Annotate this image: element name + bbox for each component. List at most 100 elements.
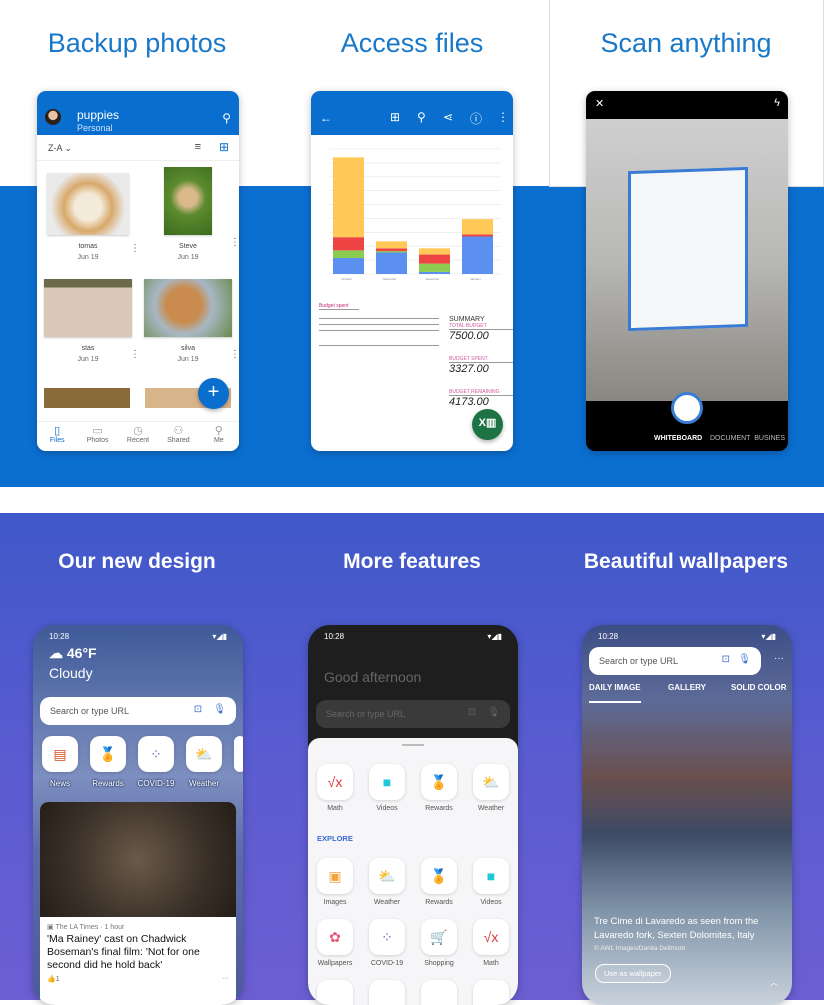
news-headline: 'Ma Rainey' cast on Chadwick Boseman's f…	[47, 933, 200, 971]
sort-bar: Z-A ⌄ ≡ ⊞	[37, 135, 239, 161]
app-tile[interactable]	[473, 980, 509, 1005]
app-tile[interactable]: ⁘	[369, 919, 405, 955]
search-placeholder: Search or type URL	[326, 709, 406, 719]
bar-segment	[376, 251, 407, 253]
camera-viewfinder	[586, 119, 788, 401]
avatar[interactable]	[45, 109, 61, 125]
signal-battery-icon: ▾◢▮	[212, 632, 227, 641]
microphone-icon[interactable]: 🎙	[738, 654, 751, 665]
app-tile[interactable]: 🛒	[421, 919, 457, 955]
heading-wallpapers: Beautiful wallpapers	[583, 550, 789, 573]
photo-thumbnail	[44, 279, 132, 337]
search-input[interactable]: Search or type URL ⊡ 🎙	[40, 697, 236, 725]
thumbs-up-icon[interactable]: 👍	[47, 976, 56, 983]
flash-off-icon[interactable]: ϟ	[774, 97, 780, 109]
edge-wallpaper-screen: 10:28 ▾◢▮ Search or type URL ⊡ 🎙 ··· DAILY…	[582, 625, 792, 1005]
app-tile[interactable]: 🏅	[421, 764, 457, 800]
more-icon[interactable]: ⋮	[497, 110, 509, 124]
add-button[interactable]: +	[198, 378, 229, 409]
rewards-icon: 🏅	[430, 868, 448, 884]
summary-panel: SUMMARY TOTAL BUDGET 7500.00 BUDGET SPEN…	[449, 316, 513, 408]
list-view-icon[interactable]: ≡	[195, 141, 201, 153]
nav-me[interactable]: ⚲ Me	[199, 422, 239, 451]
more-button[interactable]: ···	[774, 653, 784, 664]
nav-recent[interactable]: ◷ Recent	[118, 422, 158, 451]
more-icon[interactable]: ⋮	[130, 349, 140, 360]
mode-business[interactable]: BUSINES	[754, 435, 785, 442]
person-icon: ⚲	[214, 425, 223, 437]
more-icon[interactable]: ⋮	[130, 243, 140, 254]
photo-date: Jun 19	[77, 254, 99, 261]
bar-segment	[376, 252, 407, 274]
nav-label: Files	[49, 437, 65, 444]
heading-access: Access files	[340, 28, 484, 58]
microphone-icon[interactable]: 🎙	[487, 707, 500, 718]
back-arrow-icon[interactable]: ←	[320, 111, 332, 125]
app-tile[interactable]: ✿	[317, 919, 353, 955]
more-icon[interactable]: ⋮	[230, 349, 239, 360]
app-tile[interactable]: ■	[369, 764, 405, 800]
summary-value: 7500.00	[449, 330, 489, 342]
search-icon[interactable]: ⚲	[417, 110, 426, 124]
app-tile[interactable]	[421, 980, 457, 1005]
more-button[interactable]: ···	[222, 975, 229, 982]
tile-partial[interactable]	[234, 736, 243, 772]
visual-search-icon[interactable]: ⊡	[722, 654, 730, 665]
drag-handle[interactable]	[402, 744, 424, 746]
tab-solid-color[interactable]: SOLID COLOR	[731, 683, 787, 692]
nav-shared[interactable]: ⚇ Shared	[158, 422, 198, 451]
app-tile[interactable]: 🏅	[421, 858, 457, 894]
shutter-button[interactable]	[671, 392, 703, 424]
more-icon[interactable]: ⋮	[230, 237, 239, 248]
cloud-icon: ☁	[49, 645, 63, 661]
photo-item[interactable]: stas Jun 19 ⋮	[42, 279, 140, 363]
app-tile[interactable]: √x	[473, 919, 509, 955]
search-input[interactable]: Search or type URL ⊡ 🎙	[589, 647, 761, 675]
chevron-up-icon[interactable]: ︿	[770, 977, 778, 988]
search-input[interactable]: Search or type URL ⊡ 🎙	[316, 700, 510, 728]
tile-weather[interactable]: ⛅	[186, 736, 222, 772]
heading-features: More features	[343, 550, 481, 573]
app-tile[interactable]	[317, 980, 353, 1005]
nav-files[interactable]: ▯ Files	[37, 422, 77, 451]
mode-document[interactable]: DOCUMENT	[710, 435, 750, 442]
photo-item[interactable]: Steve Jun 19 ⋮	[142, 167, 239, 261]
photo-item[interactable]: tomas Jun 19 ⋮	[42, 173, 140, 261]
visual-search-icon[interactable]: ⊡	[468, 707, 476, 718]
grid-view-icon[interactable]: ⊞	[219, 140, 229, 154]
bar-segment	[419, 254, 450, 264]
app-tile[interactable]: ■	[473, 858, 509, 894]
tab-gallery[interactable]: GALLERY	[668, 683, 706, 692]
use-as-wallpaper-button[interactable]: Use as wallpaper	[595, 964, 671, 983]
app-label: Weather	[477, 805, 505, 812]
news-source: ▣ The LA Times · 1 hour	[40, 917, 236, 933]
app-tile[interactable]: √x	[317, 764, 353, 800]
tile-covid[interactable]: ⁘	[138, 736, 174, 772]
category-label: December	[426, 277, 440, 281]
microphone-icon[interactable]: 🎙	[213, 704, 226, 715]
app-tile[interactable]: ▣	[317, 858, 353, 894]
sort-dropdown[interactable]: Z-A ⌄	[48, 143, 72, 154]
news-card[interactable]: ▣ The LA Times · 1 hour 'Ma Rainey' cast…	[40, 802, 236, 1005]
tile-rewards[interactable]: 🏅	[90, 736, 126, 772]
table-title: Budget spent	[319, 303, 359, 310]
app-label: Weather	[373, 899, 401, 906]
tab-daily-image[interactable]: DAILY IMAGE	[589, 683, 641, 703]
news-image	[40, 802, 236, 917]
search-icon[interactable]: ⚲	[222, 111, 231, 125]
app-tile[interactable]: ⛅	[369, 858, 405, 894]
share-icon[interactable]: ⋖	[443, 110, 453, 124]
app-tile[interactable]: ⛅	[473, 764, 509, 800]
photo-item[interactable]: silva Jun 19 ⋮	[142, 279, 239, 363]
nav-photos[interactable]: ▭ Photos	[77, 422, 117, 451]
close-icon[interactable]: ✕	[595, 97, 604, 110]
app-tile[interactable]	[369, 980, 405, 1005]
open-in-excel-button[interactable]: X▥	[472, 409, 503, 440]
mode-whiteboard[interactable]: WHITEBOARD	[654, 435, 702, 442]
grid-icon[interactable]: ⊞	[390, 110, 400, 124]
status-time: 10:28	[324, 632, 345, 641]
app-label: Rewards	[425, 899, 453, 906]
tile-news[interactable]: ▤	[42, 736, 78, 772]
info-icon[interactable]: ⓘ	[470, 110, 482, 127]
visual-search-icon[interactable]: ⊡	[194, 704, 202, 715]
